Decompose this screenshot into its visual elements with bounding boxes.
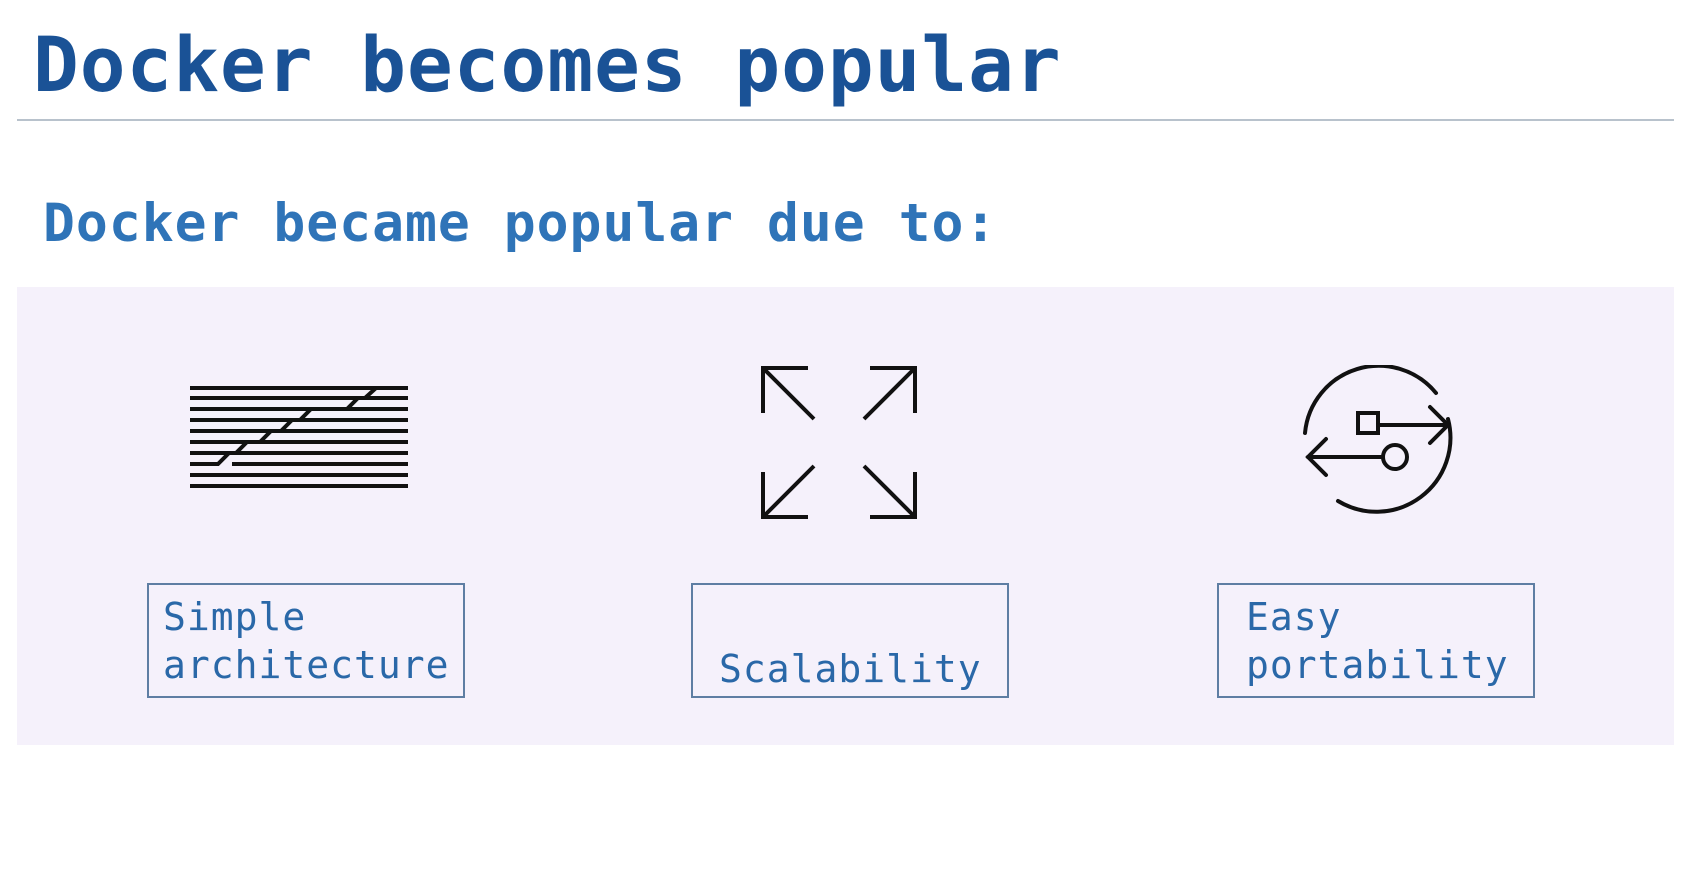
- feature-box-easy-portability: Easy portability: [1217, 583, 1535, 698]
- feature-label-simple-architecture: Simple architecture: [163, 595, 450, 687]
- title-divider: [17, 119, 1674, 121]
- feature-box-scalability: Scalability: [691, 583, 1009, 698]
- slide-title: Docker becomes popular: [33, 20, 1062, 109]
- feature-label-easy-portability: Easy portability: [1246, 595, 1509, 687]
- feature-box-simple-architecture: Simple architecture: [147, 583, 465, 698]
- slide: Docker becomes popular Docker became pop…: [0, 0, 1694, 891]
- portability-cycle-icon: [1303, 365, 1453, 514]
- slide-subtitle: Docker became popular due to:: [43, 193, 998, 254]
- architecture-lines-icon: [190, 386, 408, 488]
- feature-label-scalability: Scalability: [719, 647, 982, 691]
- expand-arrows-icon: [761, 366, 917, 519]
